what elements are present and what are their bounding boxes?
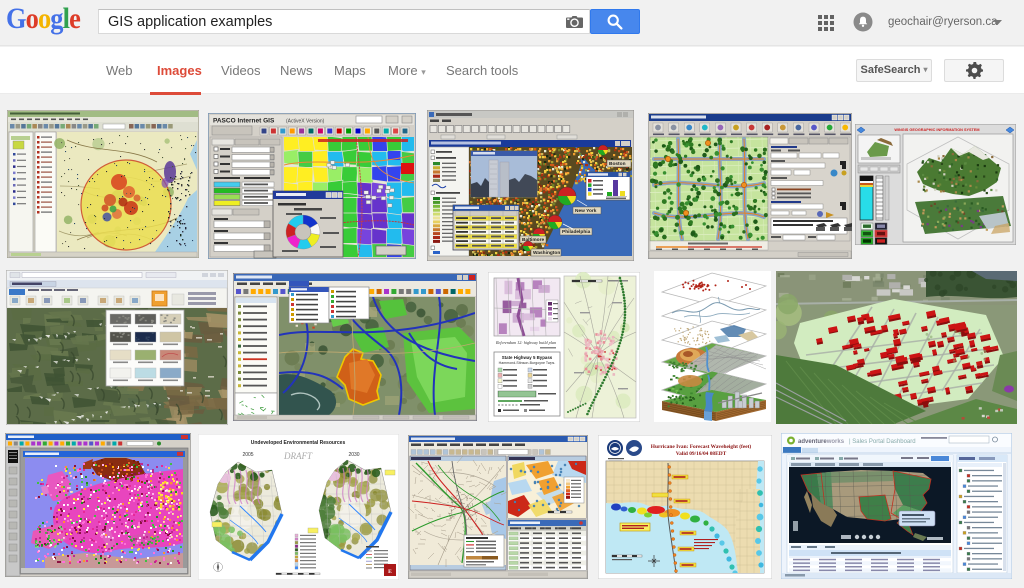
svg-text:DRAFT: DRAFT (283, 451, 313, 461)
svg-text:2005: 2005 (242, 452, 253, 458)
svg-text:2030: 2030 (348, 452, 359, 458)
svg-text:(ActiveX Version): (ActiveX Version) (286, 119, 325, 125)
svg-text:WINGIS GEOGRAPHIC INFORMATION: WINGIS GEOGRAPHIC INFORMATION SYSTEM (894, 128, 979, 132)
svg-text:Philadelphia: Philadelphia (562, 229, 591, 235)
svg-text:E: E (388, 569, 392, 575)
svg-text:Washington: Washington (533, 250, 560, 256)
svg-text:State Highway 5 Bypass: State Highway 5 Bypass (502, 355, 553, 360)
svg-text:Hammond-Stinson-Burgoyne Twps.: Hammond-Stinson-Burgoyne Twps. (499, 361, 556, 365)
svg-text:Referendum 12: highway build p: Referendum 12: highway build plan (495, 340, 556, 345)
svg-text:Boston: Boston (609, 161, 626, 167)
svg-text:New York: New York (575, 208, 597, 214)
svg-text:Undeveloped Environmental Reso: Undeveloped Environmental Resources (251, 440, 346, 446)
svg-text:PASCO Internet GIS: PASCO Internet GIS (213, 118, 275, 125)
